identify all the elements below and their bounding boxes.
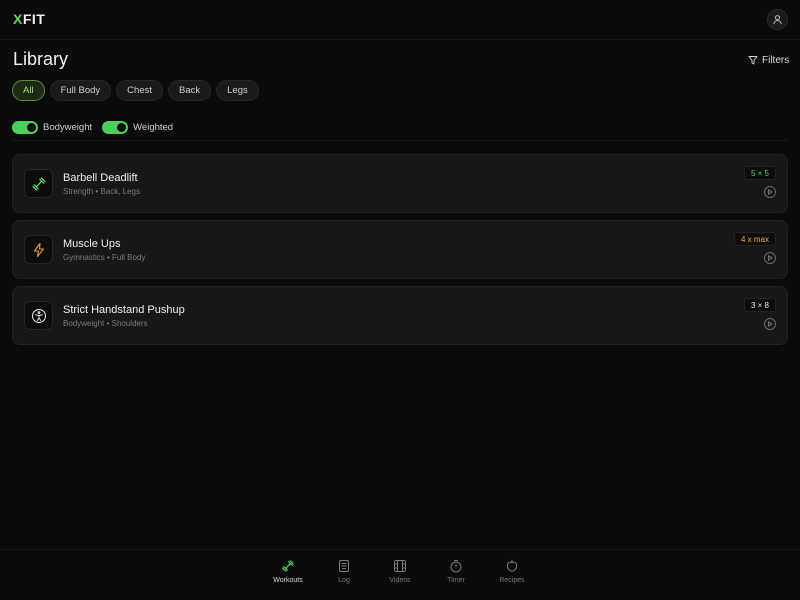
dumbbell-icon bbox=[282, 560, 294, 572]
workout-icon-tile bbox=[24, 301, 53, 330]
chip-chest[interactable]: Chest bbox=[116, 80, 163, 101]
profile-button[interactable] bbox=[767, 9, 788, 30]
toggle-bodyweight-label: Bodyweight bbox=[43, 122, 93, 133]
nav-label: Timer bbox=[447, 577, 465, 584]
workout-title: Barbell Deadlift bbox=[63, 172, 138, 184]
filters-button[interactable]: Filters bbox=[748, 53, 789, 67]
notebook-icon bbox=[339, 560, 349, 572]
nav-label: Videos bbox=[389, 577, 411, 584]
user-icon bbox=[773, 15, 782, 25]
toggle-bodyweight-row: Bodyweight bbox=[12, 121, 92, 134]
nav-workouts[interactable]: Workouts bbox=[268, 559, 308, 584]
play-icon bbox=[768, 321, 773, 327]
toggle-weighted-row: Weighted bbox=[102, 121, 173, 134]
workout-subtitle: Strength • Back, Legs bbox=[63, 187, 141, 196]
app-logo[interactable]: XFIT bbox=[13, 11, 45, 27]
apple-icon bbox=[506, 559, 518, 572]
nav-videos[interactable]: Videos bbox=[380, 559, 420, 584]
chip-full-body[interactable]: Full Body bbox=[49, 80, 112, 101]
toggle-bodyweight[interactable] bbox=[12, 121, 38, 134]
film-icon bbox=[394, 560, 406, 572]
dumbbell-icon bbox=[31, 176, 46, 191]
workout-card[interactable]: Strict Handstand Pushup Bodyweight • Sho… bbox=[12, 286, 788, 345]
workout-title: Muscle Ups bbox=[63, 238, 121, 250]
play-icon bbox=[768, 255, 773, 261]
chip-all[interactable]: All bbox=[12, 80, 45, 101]
nav-recipes[interactable]: Recipes bbox=[492, 559, 532, 584]
nav-timer[interactable]: Timer bbox=[436, 559, 476, 584]
page-title: Library bbox=[13, 49, 69, 69]
workout-icon-tile bbox=[24, 235, 53, 264]
workout-card[interactable]: Barbell Deadlift Strength • Back, Legs 5… bbox=[12, 154, 788, 213]
toggle-weighted-label: Weighted bbox=[133, 122, 174, 133]
workout-subtitle: Gymnastics • Full Body bbox=[63, 253, 146, 262]
play-icon bbox=[768, 189, 773, 195]
filter-icon bbox=[748, 56, 758, 65]
divider bbox=[12, 140, 788, 141]
chip-back[interactable]: Back bbox=[168, 80, 212, 101]
filters-label: Filters bbox=[762, 54, 790, 66]
nav-label: Workouts bbox=[273, 577, 303, 584]
toggle-weighted[interactable] bbox=[102, 121, 129, 134]
toggle-knob bbox=[117, 123, 127, 132]
lightning-icon bbox=[33, 242, 44, 257]
chip-legs[interactable]: Legs bbox=[216, 80, 259, 101]
category-chips: All Full Body Chest Back Legs bbox=[12, 80, 259, 101]
toggle-knob bbox=[27, 123, 36, 132]
workout-title: Strict Handstand Pushup bbox=[63, 304, 185, 316]
sets-reps-badge: 4 x max bbox=[733, 232, 776, 246]
workout-subtitle: Bodyweight • Shoulders bbox=[63, 319, 148, 328]
bottom-nav: Workouts Log Videos Timer Recipes bbox=[0, 549, 800, 600]
app-root: XFIT Library Filters All Full Body Chest… bbox=[0, 0, 800, 600]
logo-text: FIT bbox=[22, 11, 46, 27]
filter-toggles: Bodyweight Weighted bbox=[12, 121, 173, 134]
play-button[interactable] bbox=[764, 186, 776, 198]
play-button[interactable] bbox=[764, 252, 776, 264]
play-button[interactable] bbox=[764, 318, 776, 330]
nav-label: Recipes bbox=[499, 577, 525, 584]
person-icon bbox=[31, 308, 46, 323]
top-bar: XFIT bbox=[0, 0, 800, 40]
logo-accent: X bbox=[13, 11, 23, 27]
workout-card[interactable]: Muscle Ups Gymnastics • Full Body 4 x ma… bbox=[12, 220, 788, 279]
sets-reps-badge: 5 × 5 bbox=[743, 166, 776, 180]
stopwatch-icon bbox=[450, 560, 462, 573]
workout-icon-tile bbox=[24, 169, 53, 198]
sets-reps-badge: 3 × 8 bbox=[743, 298, 776, 312]
nav-log[interactable]: Log bbox=[324, 559, 364, 584]
nav-label: Log bbox=[338, 577, 350, 584]
